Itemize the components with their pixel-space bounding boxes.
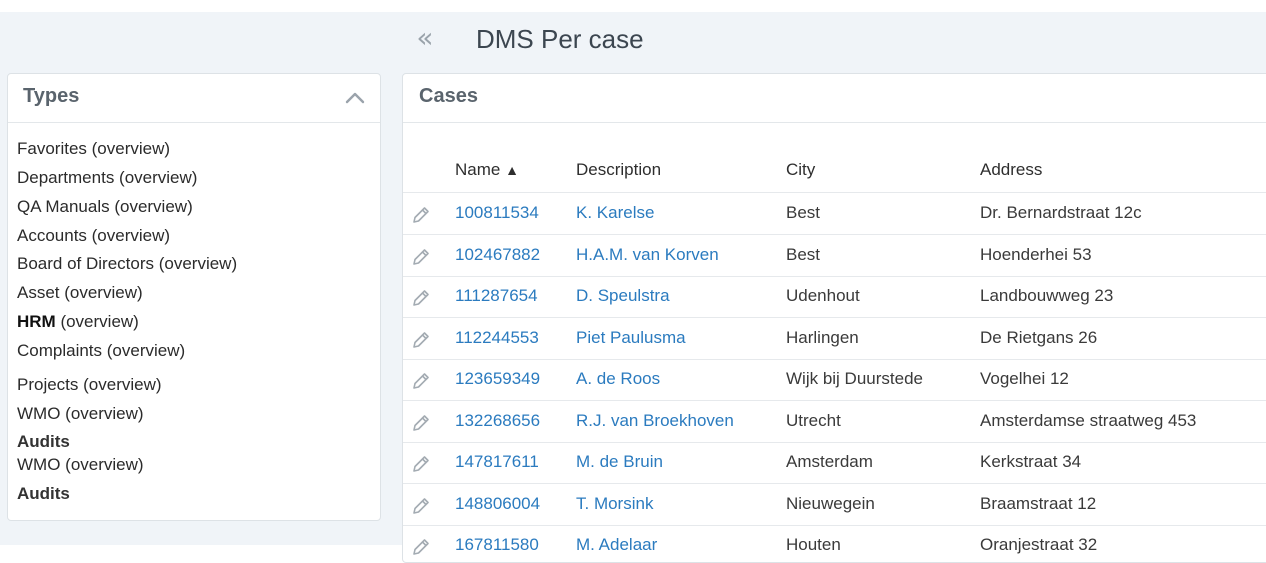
collapse-sidebar-button[interactable]: « bbox=[411, 22, 439, 56]
case-address: Landbouwweg 23 bbox=[980, 286, 1114, 305]
case-description-link[interactable]: H.A.M. van Korven bbox=[576, 245, 719, 265]
column-header-city[interactable]: City bbox=[786, 160, 815, 180]
type-item-complaints[interactable]: Complaints (overview) bbox=[17, 341, 185, 361]
cases-panel-title: Cases bbox=[419, 85, 478, 107]
types-panel: Types Favorites (overview) Departments (… bbox=[7, 73, 381, 521]
case-address: Amsterdamse straatweg 453 bbox=[980, 410, 1197, 430]
case-name-link[interactable]: 100811534 bbox=[455, 203, 539, 223]
case-city: Utrecht bbox=[786, 410, 841, 430]
type-item-projects[interactable]: Projects (overview) bbox=[17, 375, 162, 395]
case-city: Best bbox=[786, 244, 821, 264]
type-item-favorites[interactable]: Favorites (overview) bbox=[17, 139, 170, 159]
table-row: 147817611 M. de Bruin Amsterdam Kerkstra… bbox=[403, 442, 1266, 484]
case-city: Houten bbox=[786, 535, 841, 554]
type-item-hrm-rest: (overview) bbox=[55, 312, 139, 331]
chevron-up-icon[interactable] bbox=[344, 88, 366, 108]
case-city: Best bbox=[786, 203, 821, 222]
case-description-link[interactable]: M. de Bruin bbox=[576, 452, 663, 472]
case-address: De Rietgans 26 bbox=[980, 327, 1098, 347]
case-name-link[interactable]: 167811580 bbox=[455, 535, 539, 555]
table-row: 123659349 A. de Roos Wijk bij Duurstede … bbox=[403, 359, 1266, 401]
case-city: Wijk bij Duurstede bbox=[786, 369, 923, 388]
case-name-link[interactable]: 132268656 bbox=[455, 411, 540, 431]
type-group-audits-2: Audits bbox=[17, 484, 70, 503]
case-city: Nieuwegein bbox=[786, 493, 875, 513]
column-header-name-label: Name bbox=[455, 160, 501, 179]
sort-ascending-icon: ▲ bbox=[505, 162, 519, 178]
case-address: Kerkstraat 34 bbox=[980, 452, 1082, 471]
type-item-qa-manuals[interactable]: QA Manuals (overview) bbox=[17, 197, 193, 217]
case-description-link[interactable]: M. Adelaar bbox=[576, 535, 657, 555]
case-name-link[interactable]: 112244553 bbox=[455, 328, 539, 348]
type-group-audits: Audits bbox=[17, 432, 70, 451]
column-header-description[interactable]: Description bbox=[576, 160, 661, 180]
edit-pencil-icon[interactable] bbox=[410, 246, 432, 268]
type-item-departments[interactable]: Departments (overview) bbox=[17, 168, 197, 188]
type-item-accounts[interactable]: Accounts (overview) bbox=[17, 226, 170, 246]
case-city: Harlingen bbox=[786, 327, 859, 347]
edit-pencil-icon[interactable] bbox=[410, 412, 432, 434]
table-row: 111287654 D. Speulstra Udenhout Landbouw… bbox=[403, 276, 1266, 318]
type-item-hrm-bold: HRM bbox=[17, 312, 56, 331]
type-item-wmo-2[interactable]: WMO (overview) bbox=[17, 455, 144, 475]
type-item-asset[interactable]: Asset (overview) bbox=[17, 283, 143, 303]
edit-pencil-icon[interactable] bbox=[410, 495, 432, 517]
type-item-hrm[interactable]: HRM (overview) bbox=[17, 312, 139, 332]
case-description-link[interactable]: D. Speulstra bbox=[576, 286, 670, 306]
case-address: Oranjestraat 32 bbox=[980, 535, 1098, 554]
case-name-link[interactable]: 111287654 bbox=[455, 286, 538, 306]
types-panel-title: Types bbox=[23, 85, 80, 107]
case-description-link[interactable]: T. Morsink bbox=[576, 494, 653, 514]
case-description-link[interactable]: R.J. van Broekhoven bbox=[576, 411, 734, 431]
cases-panel: Cases Name ▲ Description City Address 10… bbox=[402, 73, 1266, 563]
edit-pencil-icon[interactable] bbox=[410, 329, 432, 351]
table-row: 167811580 M. Adelaar Houten Oranjestraat… bbox=[403, 525, 1266, 562]
case-name-link[interactable]: 123659349 bbox=[455, 369, 540, 389]
case-address: Braamstraat 12 bbox=[980, 493, 1097, 513]
edit-pencil-icon[interactable] bbox=[410, 287, 432, 309]
table-row: 112244553 Piet Paulusma Harlingen De Rie… bbox=[403, 318, 1266, 360]
edit-pencil-icon[interactable] bbox=[410, 370, 432, 392]
type-item-board-of-directors[interactable]: Board of Directors (overview) bbox=[17, 254, 237, 274]
table-row: 102467882 H.A.M. van Korven Best Hoender… bbox=[403, 235, 1266, 277]
case-address: Dr. Bernardstraat 12c bbox=[980, 203, 1142, 222]
edit-pencil-icon[interactable] bbox=[410, 204, 432, 226]
case-name-link[interactable]: 147817611 bbox=[455, 452, 539, 472]
page-title: DMS Per case bbox=[476, 24, 644, 54]
case-name-link[interactable]: 148806004 bbox=[455, 494, 540, 514]
table-row: 132268656 R.J. van Broekhoven Utrecht Am… bbox=[403, 401, 1266, 443]
case-description-link[interactable]: A. de Roos bbox=[576, 369, 660, 389]
case-city: Amsterdam bbox=[786, 452, 873, 471]
case-address: Vogelhei 12 bbox=[980, 369, 1069, 388]
column-header-name[interactable]: Name ▲ bbox=[455, 160, 519, 180]
table-header: Name ▲ Description City Address bbox=[403, 122, 1266, 193]
case-description-link[interactable]: Piet Paulusma bbox=[576, 328, 686, 348]
case-name-link[interactable]: 102467882 bbox=[455, 245, 540, 265]
double-chevron-left-icon: « bbox=[416, 21, 434, 54]
table-row: 148806004 T. Morsink Nieuwegein Braamstr… bbox=[403, 484, 1266, 526]
edit-pencil-icon[interactable] bbox=[410, 453, 432, 475]
table-row: 100811534 K. Karelse Best Dr. Bernardstr… bbox=[403, 193, 1266, 235]
cases-panel-header: Cases bbox=[403, 74, 1266, 123]
types-panel-header[interactable]: Types bbox=[8, 74, 380, 123]
type-item-wmo[interactable]: WMO (overview) bbox=[17, 404, 144, 424]
case-address: Hoenderhei 53 bbox=[980, 244, 1092, 264]
case-description-link[interactable]: K. Karelse bbox=[576, 203, 654, 223]
column-header-address[interactable]: Address bbox=[980, 160, 1042, 180]
case-city: Udenhout bbox=[786, 286, 860, 305]
edit-pencil-icon[interactable] bbox=[410, 536, 432, 558]
